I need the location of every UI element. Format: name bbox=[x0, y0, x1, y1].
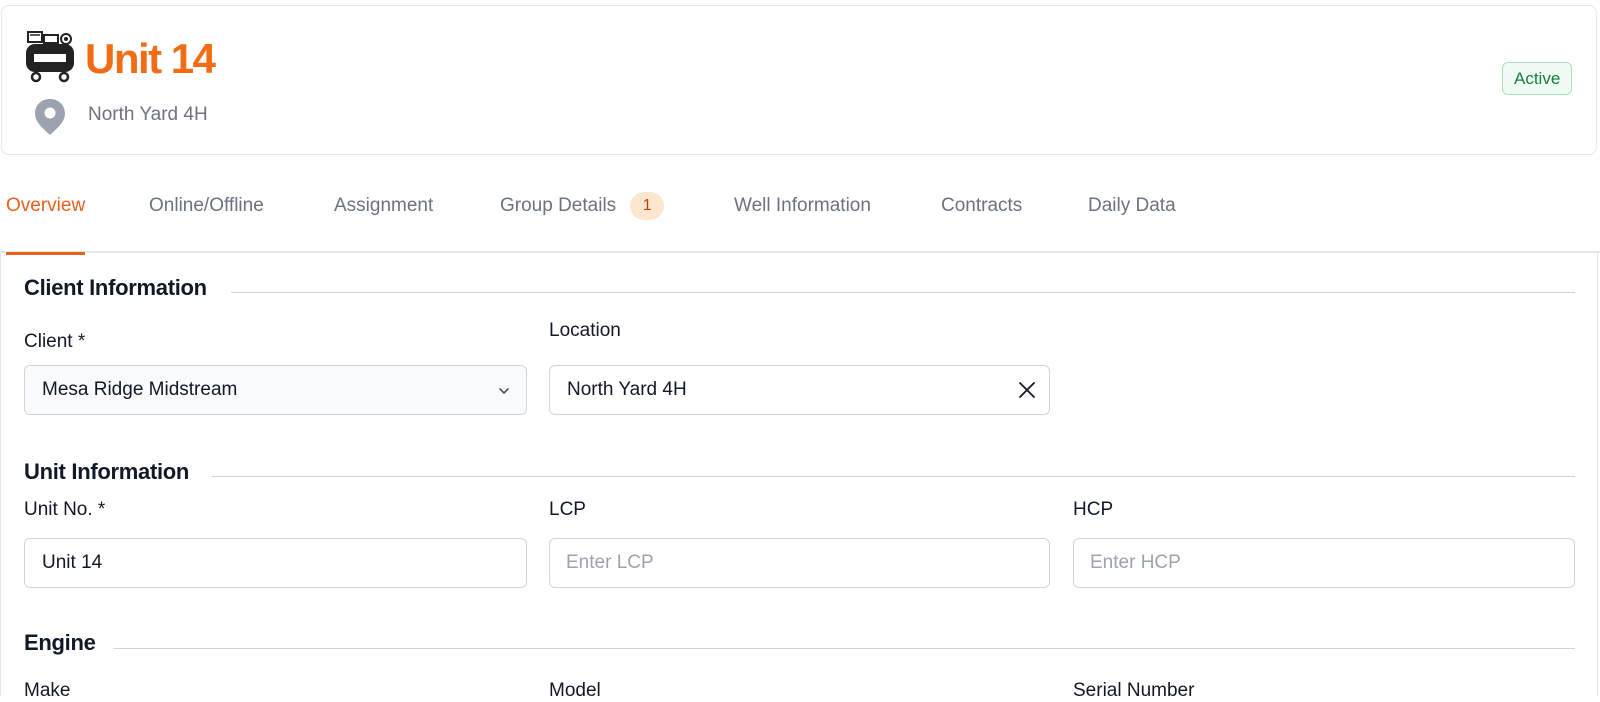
compressor-icon bbox=[26, 31, 74, 83]
lcp-field[interactable] bbox=[549, 538, 1050, 588]
client-select[interactable]: Mesa Ridge Midstream bbox=[24, 365, 527, 415]
section-title-engine: Engine bbox=[24, 630, 96, 655]
tab-label: Overview bbox=[6, 195, 86, 216]
tab-bar: Overview Online/Offline Assignment Group… bbox=[0, 170, 1600, 255]
chevron-down-icon bbox=[499, 388, 509, 394]
section-divider bbox=[231, 292, 1575, 293]
tab-label: Online/Offline bbox=[149, 195, 264, 216]
count-badge: 1 bbox=[630, 192, 665, 220]
section-divider bbox=[212, 476, 1575, 477]
serial-number-label: Serial Number bbox=[1073, 680, 1195, 701]
unit-location: North Yard 4H bbox=[88, 104, 208, 125]
make-label: Make bbox=[24, 680, 71, 701]
tab-assignment[interactable]: Assignment bbox=[334, 170, 433, 253]
tab-label: Daily Data bbox=[1088, 195, 1176, 216]
unit-header-card: Unit 14 North Yard 4H Active bbox=[1, 5, 1597, 155]
location-field-value: North Yard 4H bbox=[567, 379, 687, 400]
map-pin-icon bbox=[35, 99, 65, 135]
tab-label: Contracts bbox=[941, 195, 1023, 216]
section-title-unit-information: Unit Information bbox=[24, 459, 190, 484]
tab-label: Well Information bbox=[734, 195, 871, 216]
hcp-field[interactable] bbox=[1073, 538, 1575, 588]
client-label: Client * bbox=[24, 331, 86, 352]
page-title: Unit 14 bbox=[85, 35, 216, 82]
unit-no-value: Unit 14 bbox=[42, 552, 103, 573]
hcp-label: HCP bbox=[1073, 499, 1114, 520]
location-field[interactable]: North Yard 4H bbox=[549, 365, 1050, 415]
location-label: Location bbox=[549, 320, 621, 341]
status-badge: Active bbox=[1502, 62, 1573, 95]
client-select-value: Mesa Ridge Midstream bbox=[42, 379, 238, 400]
close-icon[interactable] bbox=[1015, 378, 1039, 402]
tab-label: Assignment bbox=[334, 195, 434, 216]
section-title-client-information: Client Information bbox=[24, 275, 207, 300]
lcp-label: LCP bbox=[549, 499, 586, 520]
overview-panel: Client Information Client * Mesa Ridge M… bbox=[0, 253, 1598, 701]
model-label: Model bbox=[549, 680, 601, 701]
tab-contracts[interactable]: Contracts bbox=[941, 170, 1022, 253]
lcp-input[interactable] bbox=[550, 539, 1049, 587]
unit-no-input[interactable]: Unit 14 bbox=[24, 538, 527, 588]
tab-online-offline[interactable]: Online/Offline bbox=[149, 170, 264, 253]
section-divider bbox=[114, 648, 1575, 649]
tab-daily-data[interactable]: Daily Data bbox=[1088, 170, 1176, 253]
unit-no-label: Unit No. * bbox=[24, 499, 106, 520]
tab-overview[interactable]: Overview bbox=[6, 170, 86, 255]
tab-group-details[interactable]: Group Details 1 bbox=[500, 170, 665, 253]
tab-label: Group Details bbox=[500, 195, 617, 216]
hcp-input[interactable] bbox=[1074, 539, 1574, 587]
tab-well-information[interactable]: Well Information bbox=[734, 170, 871, 253]
